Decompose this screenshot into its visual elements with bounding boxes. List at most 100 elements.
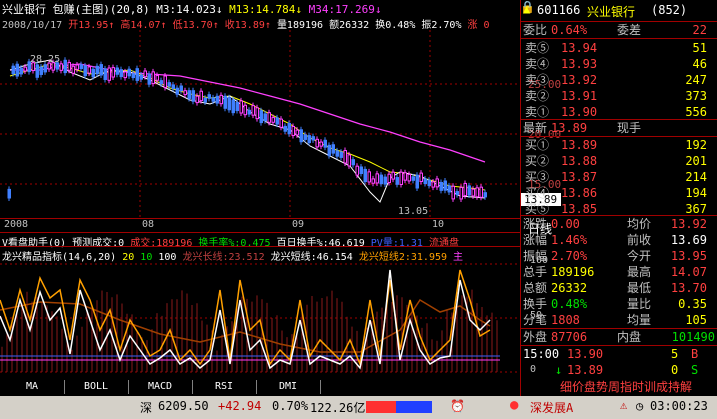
tab-rsi[interactable]: RSI <box>192 380 257 394</box>
latest-label: 最新 <box>523 121 548 135</box>
candle <box>163 75 167 88</box>
latest-row: 最新 13.89 现手 <box>521 120 717 136</box>
indicator-tabs: MA BOLL MACD RSI DMI <box>0 380 520 394</box>
buy-price: 13.86 <box>561 186 598 200</box>
buy-row[interactable]: 买① 13.89 192 <box>521 137 717 153</box>
candle <box>239 100 243 114</box>
sell-row[interactable]: 卖③ 13.92 247 <box>521 72 717 88</box>
candle <box>35 64 39 78</box>
tab-dmi[interactable]: DMI <box>256 380 321 394</box>
candle <box>191 90 195 102</box>
status-time: 03:00:23 <box>650 399 708 413</box>
buy-row[interactable]: 买③ 13.87 214 <box>521 169 717 185</box>
candle <box>99 64 103 76</box>
candle <box>143 70 147 78</box>
candle <box>7 188 11 199</box>
outer-label: 外盘 <box>523 330 548 344</box>
candle <box>83 65 87 77</box>
candle <box>383 176 387 185</box>
inner-value: 101490 <box>671 330 715 344</box>
warning-icon[interactable]: ⚠ <box>620 398 627 412</box>
candle <box>447 185 451 193</box>
right-stock-name[interactable]: 深发展A <box>530 399 573 416</box>
stat-label: 总额 <box>523 281 548 295</box>
candle <box>159 80 163 85</box>
candle <box>475 187 479 198</box>
sell-row[interactable]: 卖⑤ 13.94 51 <box>521 40 717 56</box>
candle <box>443 180 447 191</box>
candle <box>183 90 187 96</box>
candle <box>295 129 299 136</box>
candle <box>291 125 295 136</box>
candle <box>367 171 371 183</box>
sell-volume: 247 <box>685 73 707 87</box>
sell-price: 13.92 <box>561 73 598 87</box>
candle <box>399 171 403 185</box>
candle <box>271 117 275 123</box>
quote-num: (852) <box>651 3 688 17</box>
tab-boll[interactable]: BOLL <box>64 380 129 394</box>
stat-label: 换手 <box>523 297 548 311</box>
weicha-label: 委差 <box>617 23 642 37</box>
candle <box>171 84 175 90</box>
ohlc-bar: 2008/10/17 开13.95↑ 高14.07↑ 低13.70↑ 收13.8… <box>2 20 490 31</box>
candle <box>459 186 463 200</box>
candle <box>335 150 339 157</box>
tick-vol-2: 0 <box>671 363 679 377</box>
candle <box>403 172 407 181</box>
candle <box>323 139 327 148</box>
tick-price-2: 13.89 <box>567 363 604 377</box>
x-axis: 2008 08 09 10 <box>0 218 520 231</box>
stat-value-2: 13.92 <box>670 217 707 231</box>
candle <box>319 141 323 147</box>
candle <box>387 173 391 183</box>
candle <box>435 178 439 188</box>
stat-row: 总额 26332 最低 13.70 <box>521 280 717 296</box>
candle <box>339 151 343 158</box>
buy-price: 13.87 <box>561 170 598 184</box>
stat-label: 振幅 <box>523 249 548 263</box>
chart-mode[interactable]: 包赚(主图) <box>53 3 110 16</box>
candle <box>247 109 251 115</box>
sell-price: 13.93 <box>561 57 598 71</box>
quote-code: 601166 <box>537 3 581 17</box>
candle <box>251 105 255 116</box>
candle <box>327 144 331 157</box>
stat-value-2: 13.69 <box>670 233 707 247</box>
buy-row[interactable]: 买② 13.88 201 <box>521 153 717 169</box>
index-bar-icon <box>366 401 432 413</box>
sell-volume: 46 <box>692 57 707 71</box>
current-hand-label: 现手 <box>617 121 642 135</box>
candle <box>479 186 483 198</box>
candle <box>199 90 203 102</box>
up-arrow-icon[interactable]: ▲ <box>523 2 530 16</box>
candle <box>303 134 307 140</box>
stat-label: 分笔 <box>523 313 548 327</box>
tab-ma[interactable]: MA <box>0 380 65 394</box>
stock-icon[interactable]: ● <box>510 397 518 413</box>
buy-row[interactable]: 买④ 13.86 194 <box>521 185 717 201</box>
weicha-value: 22 <box>692 23 707 37</box>
candle <box>79 64 83 70</box>
candle <box>127 68 131 77</box>
tab-macd[interactable]: MACD <box>128 380 193 394</box>
outer-value: 87706 <box>551 330 588 344</box>
candle <box>307 135 311 144</box>
sell-label: 卖⑤ <box>525 41 550 55</box>
candle <box>207 94 211 99</box>
alert-icon[interactable]: ⏰ <box>450 399 465 413</box>
candle <box>423 178 427 185</box>
sell-row[interactable]: 卖① 13.90 556 <box>521 104 717 120</box>
stat-value: 1.46% <box>551 233 588 247</box>
stat-row: 涨幅 1.46% 前收 13.69 <box>521 232 717 248</box>
outer-inner-row: 外盘 87706 内盘 101490 <box>521 329 717 345</box>
sell-row[interactable]: 卖④ 13.93 46 <box>521 56 717 72</box>
sub-indicator-chart[interactable] <box>0 260 520 378</box>
candle <box>123 71 127 79</box>
kline-chart[interactable]: 28.25 13.05 <box>0 30 520 220</box>
sell-label: 卖④ <box>525 57 550 71</box>
candle <box>331 144 335 154</box>
sell-label: 卖① <box>525 105 550 119</box>
sell-row[interactable]: 卖② 13.91 373 <box>521 88 717 104</box>
candle <box>427 179 431 187</box>
